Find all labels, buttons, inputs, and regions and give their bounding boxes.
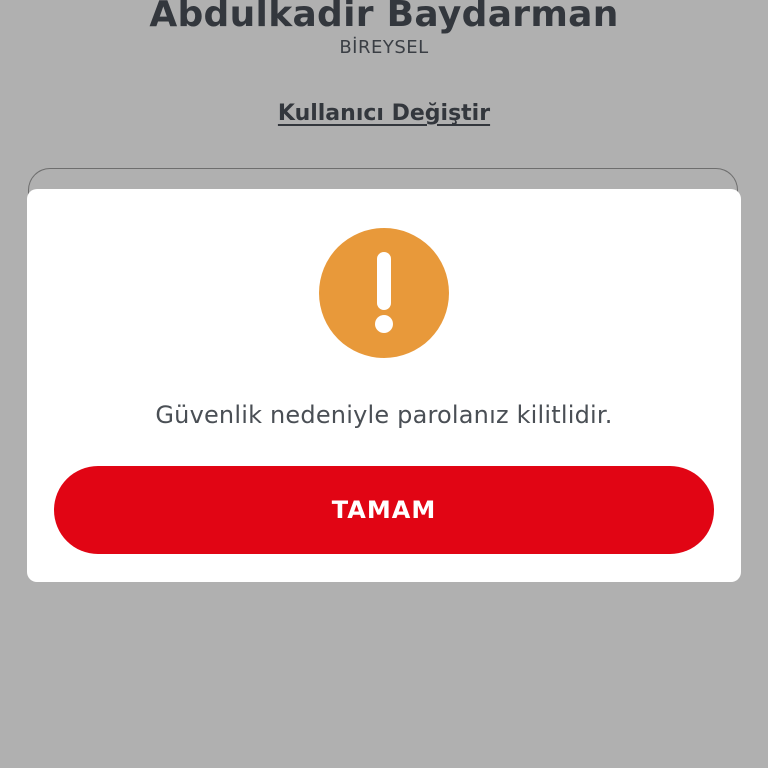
exclamation-icon xyxy=(375,252,393,333)
warning-badge xyxy=(319,228,449,358)
switch-user-link[interactable]: Kullanıcı Değiştir xyxy=(0,101,768,126)
user-type-label: BİREYSEL xyxy=(339,37,429,58)
user-name: Abdulkadir Baydarman xyxy=(149,0,619,35)
login-screen: Abdulkadir Baydarman BİREYSEL Kullanıcı … xyxy=(0,0,768,768)
ok-button[interactable]: TAMAM xyxy=(54,466,714,554)
alert-dialog: Güvenlik nedeniyle parolanız kilitlidir.… xyxy=(27,189,741,582)
dialog-message: Güvenlik nedeniyle parolanız kilitlidir. xyxy=(155,401,613,429)
